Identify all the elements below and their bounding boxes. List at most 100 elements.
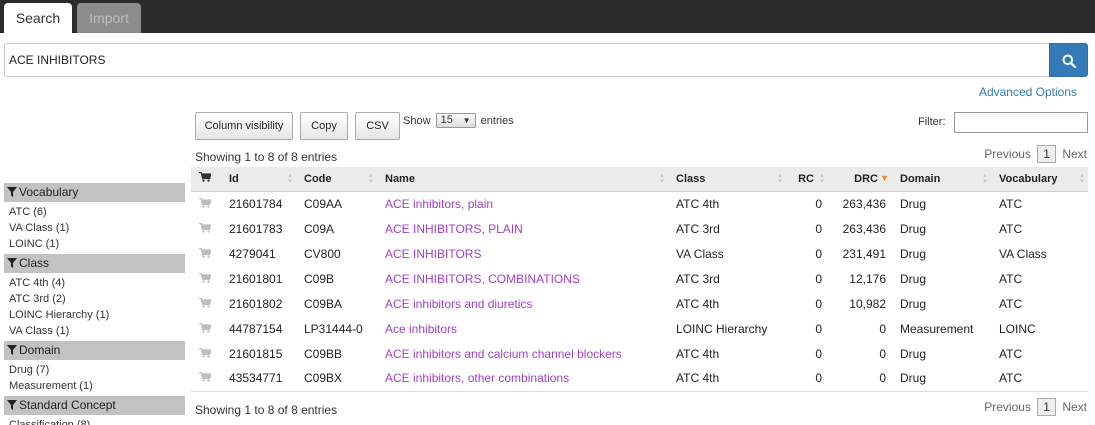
- search-input[interactable]: [4, 43, 1050, 77]
- cart-cell[interactable]: [191, 316, 221, 341]
- cart-cell[interactable]: [191, 191, 221, 216]
- id-cell: 21601784: [229, 196, 283, 211]
- page-button-1[interactable]: 1: [1037, 398, 1056, 416]
- domain-cell: Drug: [900, 271, 927, 286]
- results-table: Id ▲ ▼ Code ▲ ▼ Name ▲ ▼ Class ▲ ▼ RC ▲ ▼ DRC ▼ Dom…: [191, 167, 1088, 392]
- code-cell: C09BA: [304, 296, 343, 311]
- facet-title: Domain: [19, 343, 61, 357]
- advanced-options-link[interactable]: Advanced Options: [979, 85, 1077, 99]
- facet-header-standard-concept[interactable]: Standard Concept: [4, 396, 185, 415]
- column-header-code[interactable]: Code ▲ ▼: [296, 167, 377, 192]
- previous-button[interactable]: Previous: [984, 147, 1031, 161]
- show-label: Show: [403, 114, 431, 127]
- search-button[interactable]: [1049, 43, 1088, 77]
- cart-cell[interactable]: [191, 241, 221, 266]
- column-header-drc[interactable]: DRC ▼: [828, 167, 892, 192]
- column-header-cart[interactable]: [191, 167, 221, 192]
- id-cell: 44787154: [229, 321, 283, 336]
- facet-item[interactable]: ATC 4th (4): [9, 275, 185, 291]
- sort-desc-icon: ▼: [880, 173, 889, 183]
- concept-name-link[interactable]: ACE inhibitors and diuretics: [385, 297, 532, 311]
- concept-name-link[interactable]: ACE inhibitors and calcium channel block…: [385, 347, 622, 361]
- domain-cell: Measurement: [900, 321, 974, 336]
- concept-name-link[interactable]: ACE inhibitors, other combinations: [385, 371, 569, 385]
- tab-search[interactable]: Search: [4, 3, 72, 33]
- concept-name-link[interactable]: ACE INHIBITORS, COMBINATIONS: [385, 272, 580, 286]
- facet-header-class[interactable]: Class: [4, 254, 185, 273]
- filter-input[interactable]: [954, 112, 1088, 133]
- concept-name-link[interactable]: ACE inhibitors, plain: [385, 197, 493, 211]
- page-length-select[interactable]: 15 ▼: [435, 113, 476, 128]
- page-button-1[interactable]: 1: [1037, 145, 1056, 163]
- column-header-class[interactable]: Class ▲ ▼: [668, 167, 786, 192]
- id-cell: 21601802: [229, 296, 283, 311]
- table-row: 21601783 C09A ACE INHIBITORS, PLAIN ATC 3rd…: [191, 216, 1088, 241]
- cart-cell[interactable]: [191, 291, 221, 316]
- concept-name-link[interactable]: ACE INHIBITORS: [385, 247, 481, 261]
- facet-item[interactable]: VA Class (1): [9, 323, 185, 339]
- class-cell: ATC 3rd: [676, 221, 720, 236]
- facet-item[interactable]: LOINC (1): [9, 236, 185, 252]
- column-visibility-button[interactable]: Column visibility: [195, 112, 293, 140]
- column-header-id[interactable]: Id ▲ ▼: [221, 167, 296, 192]
- drc-cell: 231,491: [842, 246, 886, 261]
- cart-cell[interactable]: [191, 266, 221, 291]
- copy-button[interactable]: Copy: [300, 112, 348, 140]
- name-cell: ACE INHIBITORS: [377, 241, 668, 266]
- column-header-domain[interactable]: Domain ▲ ▼: [892, 167, 991, 192]
- cart-cell[interactable]: [191, 366, 221, 392]
- facet-item[interactable]: VA Class (1): [9, 220, 185, 236]
- vocabulary-cell: LOINC: [999, 321, 1036, 336]
- column-header-name[interactable]: Name ▲ ▼: [377, 167, 668, 192]
- sort-icon: ▲ ▼: [368, 173, 374, 185]
- drc-cell: 0: [879, 346, 886, 361]
- facet-title: Vocabulary: [19, 185, 79, 199]
- name-cell: ACE inhibitors and calcium channel block…: [377, 341, 668, 366]
- previous-button[interactable]: Previous: [984, 400, 1031, 414]
- drc-cell: 263,436: [842, 221, 886, 236]
- facet-header-vocabulary[interactable]: Vocabulary: [4, 183, 185, 202]
- facet-title: Standard Concept: [19, 398, 116, 412]
- facet-item[interactable]: Classification (8): [9, 417, 185, 425]
- vocabulary-cell: ATC: [999, 271, 1023, 286]
- facet-item[interactable]: LOINC Hierarchy (1): [9, 307, 185, 323]
- filter-label: Filter:: [918, 116, 946, 128]
- drc-cell: 0: [828, 366, 892, 392]
- facet-list-class: ATC 4th (4) ATC 3rd (2) LOINC Hierarchy …: [4, 273, 185, 341]
- code-cell: C09AA: [304, 196, 343, 211]
- facet-sidebar: Vocabulary ATC (6) VA Class (1) LOINC (1…: [4, 183, 185, 425]
- domain-cell: Drug: [900, 221, 927, 236]
- column-header-rc[interactable]: RC ▲ ▼: [786, 167, 828, 192]
- next-button[interactable]: Next: [1062, 147, 1087, 161]
- cart-cell[interactable]: [191, 341, 221, 366]
- concept-name-link[interactable]: Ace inhibitors: [385, 322, 457, 336]
- pagination-top: Previous 1 Next: [984, 145, 1087, 163]
- table-info-bottom: Showing 1 to 8 of 8 entries: [195, 403, 338, 417]
- entries-label: entries: [480, 114, 514, 127]
- facet-item[interactable]: ATC 3rd (2): [9, 291, 185, 307]
- code-cell: C09A: [304, 221, 335, 236]
- rc-cell: 0: [815, 246, 822, 261]
- column-header-label: Domain: [900, 172, 941, 185]
- name-cell: ACE INHIBITORS, PLAIN: [377, 216, 668, 241]
- drc-cell: 0: [879, 321, 886, 336]
- tab-import[interactable]: Import: [77, 3, 141, 33]
- concept-name-link[interactable]: ACE INHIBITORS, PLAIN: [385, 222, 523, 236]
- column-header-vocabulary[interactable]: Vocabulary ▲ ▼: [991, 167, 1088, 192]
- facet-item[interactable]: ATC (6): [9, 204, 185, 220]
- cart-cell[interactable]: [191, 216, 221, 241]
- class-cell: ATC 4th: [668, 366, 786, 392]
- column-header-label: Name: [385, 172, 415, 185]
- facet-item[interactable]: Drug (7): [9, 362, 185, 378]
- add-to-cart-icon: [199, 322, 212, 333]
- add-to-cart-icon: [199, 347, 212, 358]
- csv-button[interactable]: CSV: [355, 112, 400, 140]
- class-cell: LOINC Hierarchy: [676, 321, 768, 336]
- facet-item[interactable]: Measurement (1): [9, 378, 185, 394]
- facet-header-domain[interactable]: Domain: [4, 341, 185, 360]
- rc-cell: 0: [786, 366, 828, 392]
- rc-cell: 0: [815, 296, 822, 311]
- next-button[interactable]: Next: [1062, 400, 1087, 414]
- sort-icon: ▲ ▼: [659, 173, 665, 185]
- add-to-cart-icon: [199, 247, 212, 258]
